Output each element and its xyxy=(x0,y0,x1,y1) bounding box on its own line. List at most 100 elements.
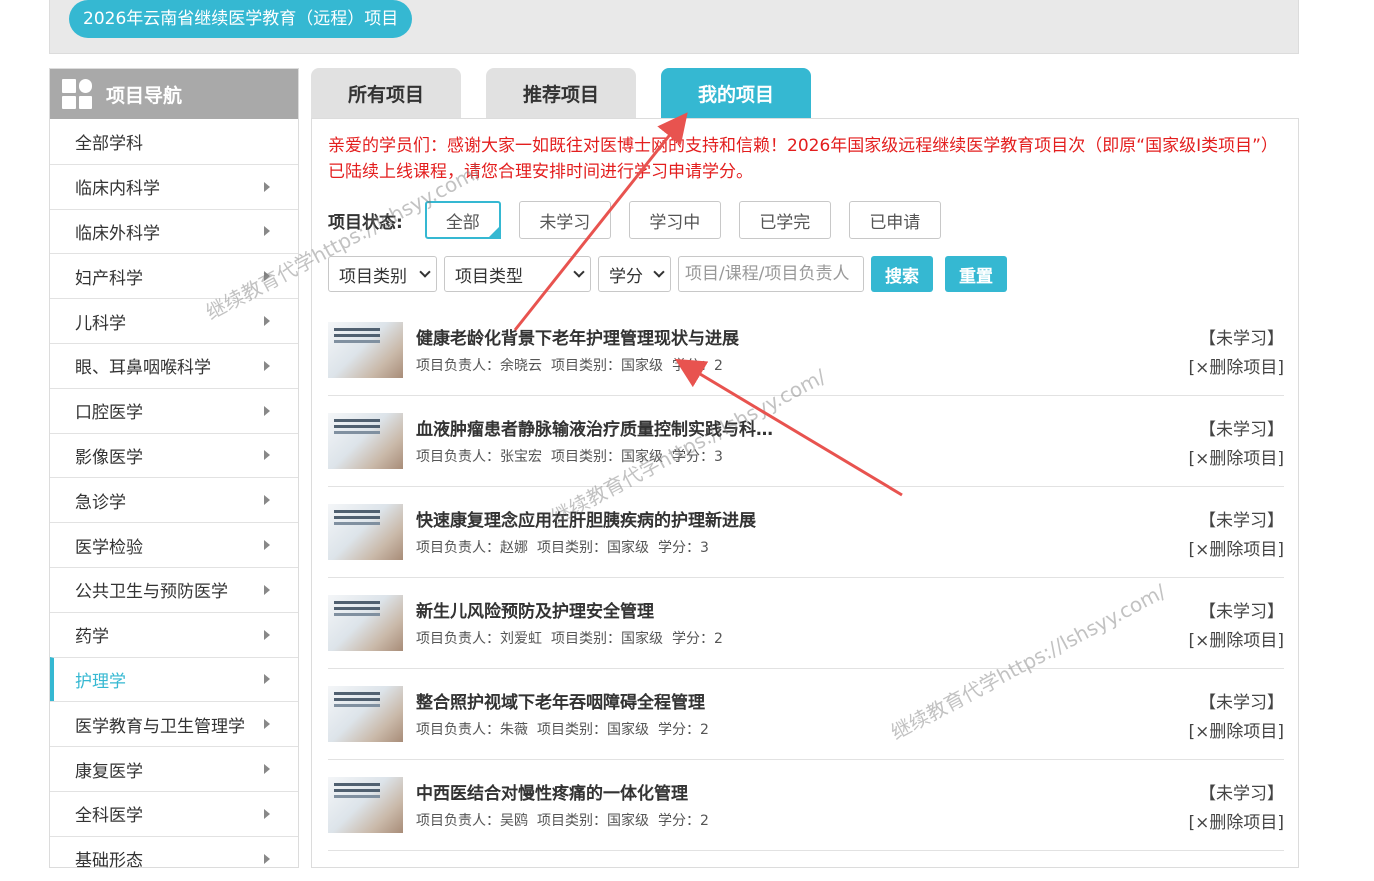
sidebar-item-label: 全科医学 xyxy=(75,806,143,827)
tab-2[interactable]: 我的项目 xyxy=(661,68,811,119)
sidebar-item-label: 基础形态 xyxy=(75,851,143,872)
chevron-right-icon xyxy=(264,808,270,819)
status-option[interactable]: 未学习 xyxy=(518,201,611,239)
status-label: 项目状态: xyxy=(328,212,403,233)
project-thumbnail[interactable] xyxy=(328,504,403,560)
sidebar-item[interactable]: 眼、耳鼻咽喉科学 xyxy=(50,342,298,388)
sidebar-item-label: 妇产科学 xyxy=(75,268,143,289)
sidebar-item[interactable]: 全部学科 xyxy=(50,119,298,164)
chevron-right-icon xyxy=(264,450,270,461)
reset-button[interactable]: 重置 xyxy=(945,256,1007,292)
sidebar-title: 项目导航 xyxy=(106,84,183,107)
sidebar-item[interactable]: 医学检验 xyxy=(50,522,298,567)
sidebar-item-label: 医学检验 xyxy=(75,537,143,558)
chevron-right-icon xyxy=(264,540,270,551)
search-input[interactable]: 项目/课程/项目负责人 xyxy=(678,256,864,292)
sidebar-item[interactable]: 影像医学 xyxy=(50,432,298,478)
sidebar-item-label: 医学教育与卫生管理学 xyxy=(75,716,245,737)
chevron-right-icon xyxy=(264,629,270,640)
status-option[interactable]: 学习中 xyxy=(628,201,721,239)
sidebar-item[interactable]: 护理学 xyxy=(50,656,298,702)
meta-category-value: 国家级 xyxy=(621,449,663,465)
type-select-value: 项目类型 xyxy=(455,266,523,287)
project-status: 【未学习】 xyxy=(1199,784,1284,804)
meta-credit-value: 3 xyxy=(714,449,723,465)
credit-select[interactable]: 学分 xyxy=(598,256,671,292)
delete-project-link[interactable]: [×删除项目] xyxy=(1188,626,1284,651)
search-button[interactable]: 搜索 xyxy=(871,256,933,292)
meta-credit-value: 2 xyxy=(700,722,709,738)
project-status: 【未学习】 xyxy=(1199,602,1284,622)
sidebar-item[interactable]: 全科医学 xyxy=(50,790,298,836)
sidebar-item[interactable]: 公共卫生与预防医学 xyxy=(50,566,298,612)
sidebar-item[interactable]: 妇产科学 xyxy=(50,253,298,298)
chevron-down-icon xyxy=(653,266,665,278)
project-title[interactable]: 快速康复理念应用在肝胆胰疾病的护理新进展 xyxy=(416,506,756,531)
chevron-right-icon xyxy=(264,719,270,730)
status-filter: 项目状态: 全部 未学习 学习中 已学完 已申请 xyxy=(328,201,959,239)
meta-leader-label: 项目负责人： xyxy=(416,722,500,738)
project-thumbnail[interactable] xyxy=(328,686,403,742)
tab-1[interactable]: 推荐项目 xyxy=(486,68,636,119)
project-thumbnail[interactable] xyxy=(328,777,403,833)
sidebar-item-label: 眼、耳鼻咽喉科学 xyxy=(75,358,211,379)
sidebar-item[interactable]: 临床内科学 xyxy=(50,163,298,209)
chevron-right-icon xyxy=(264,226,270,237)
meta-leader-value: 张宝宏 xyxy=(500,449,542,465)
delete-project-link[interactable]: [×删除项目] xyxy=(1188,535,1284,560)
project-title[interactable]: 健康老龄化背景下老年护理管理现状与进展 xyxy=(416,324,739,349)
meta-credit-value: 2 xyxy=(700,813,709,829)
status-option[interactable]: 已学完 xyxy=(738,201,831,239)
sidebar-item[interactable]: 急诊学 xyxy=(50,477,298,522)
sidebar-item[interactable]: 药学 xyxy=(50,611,298,657)
project-meta: 项目负责人：刘爱虹 项目类别：国家级 学分：2 xyxy=(416,628,732,648)
filter-bar: 项目类别 项目类型 学分 项目/课程/项目负责人 搜索 重置 xyxy=(328,256,1019,292)
sidebar-item[interactable]: 临床外科学 xyxy=(50,208,298,254)
status-option-label: 未学习 xyxy=(539,212,591,233)
project-row: 中西医结合对慢性疼痛的一体化管理 项目负责人：吴鸥 项目类别：国家级 学分：2 【未学习… xyxy=(328,760,1284,851)
project-thumbnail[interactable] xyxy=(328,322,403,378)
category-select[interactable]: 项目类别 xyxy=(328,256,437,292)
sidebar-item[interactable]: 医学教育与卫生管理学 xyxy=(50,701,298,746)
sidebar-item-label: 急诊学 xyxy=(75,492,126,513)
sidebar-item[interactable]: 口腔医学 xyxy=(50,387,298,433)
project-title[interactable]: 新生儿风险预防及护理安全管理 xyxy=(416,597,654,622)
chevron-right-icon xyxy=(264,405,270,416)
meta-leader-value: 吴鸥 xyxy=(500,813,528,829)
meta-category-value: 国家级 xyxy=(607,813,649,829)
tab-0[interactable]: 所有项目 xyxy=(311,68,461,119)
sidebar-item-label: 药学 xyxy=(75,627,109,648)
sidebar-item[interactable]: 康复医学 xyxy=(50,746,298,791)
project-title[interactable]: 中西医结合对慢性疼痛的一体化管理 xyxy=(416,779,688,804)
sidebar-item-label: 全部学科 xyxy=(75,133,143,154)
meta-leader-value: 刘爱虹 xyxy=(500,631,542,647)
credit-select-value: 学分 xyxy=(609,266,643,287)
delete-project-link[interactable]: [×删除项目] xyxy=(1188,717,1284,742)
meta-leader-label: 项目负责人： xyxy=(416,631,500,647)
delete-project-link[interactable]: [×删除项目] xyxy=(1188,444,1284,469)
project-row: 新生儿风险预防及护理安全管理项目负责人：刘爱虹 项目类别：国家级 学分：2 【未学习】… xyxy=(328,578,1284,669)
project-row: 血液肿瘤患者静脉输液治疗质量控制实践与科… 项目负责人：张宝宏 项目类别：国家级 学分… xyxy=(328,396,1284,487)
project-title[interactable]: 血液肿瘤患者静脉输液治疗质量控制实践与科… xyxy=(416,415,773,440)
notice-text: 亲爱的学员们：感谢大家一如既往对医博士网的支持和信赖！2026年国家级远程继续医… xyxy=(328,136,1278,182)
delete-project-link[interactable]: [×删除项目] xyxy=(1188,353,1284,378)
status-option[interactable]: 已申请 xyxy=(848,201,941,239)
type-select[interactable]: 项目类型 xyxy=(444,256,591,292)
project-status: 【未学习】 xyxy=(1199,329,1284,349)
chevron-right-icon xyxy=(264,853,270,864)
delete-project-link[interactable]: [×删除项目] xyxy=(1188,808,1284,833)
meta-leader-label: 项目负责人： xyxy=(416,540,500,556)
sidebar-item[interactable]: 儿科学 xyxy=(50,298,298,343)
chevron-right-icon xyxy=(264,271,270,282)
status-option[interactable]: 全部 xyxy=(424,201,501,239)
project-thumbnail[interactable] xyxy=(328,413,403,469)
project-title[interactable]: 整合照护视域下老年吞咽障碍全程管理 xyxy=(416,688,705,713)
meta-credit-value: 2 xyxy=(714,358,723,374)
chevron-right-icon xyxy=(264,181,270,192)
project-thumbnail[interactable] xyxy=(328,595,403,651)
meta-credit-value: 2 xyxy=(714,631,723,647)
sidebar-item[interactable]: 基础形态 xyxy=(50,835,298,881)
project-status: 【未学习】 xyxy=(1199,511,1284,531)
meta-leader-value: 赵娜 xyxy=(500,540,528,556)
chevron-right-icon xyxy=(264,316,270,327)
